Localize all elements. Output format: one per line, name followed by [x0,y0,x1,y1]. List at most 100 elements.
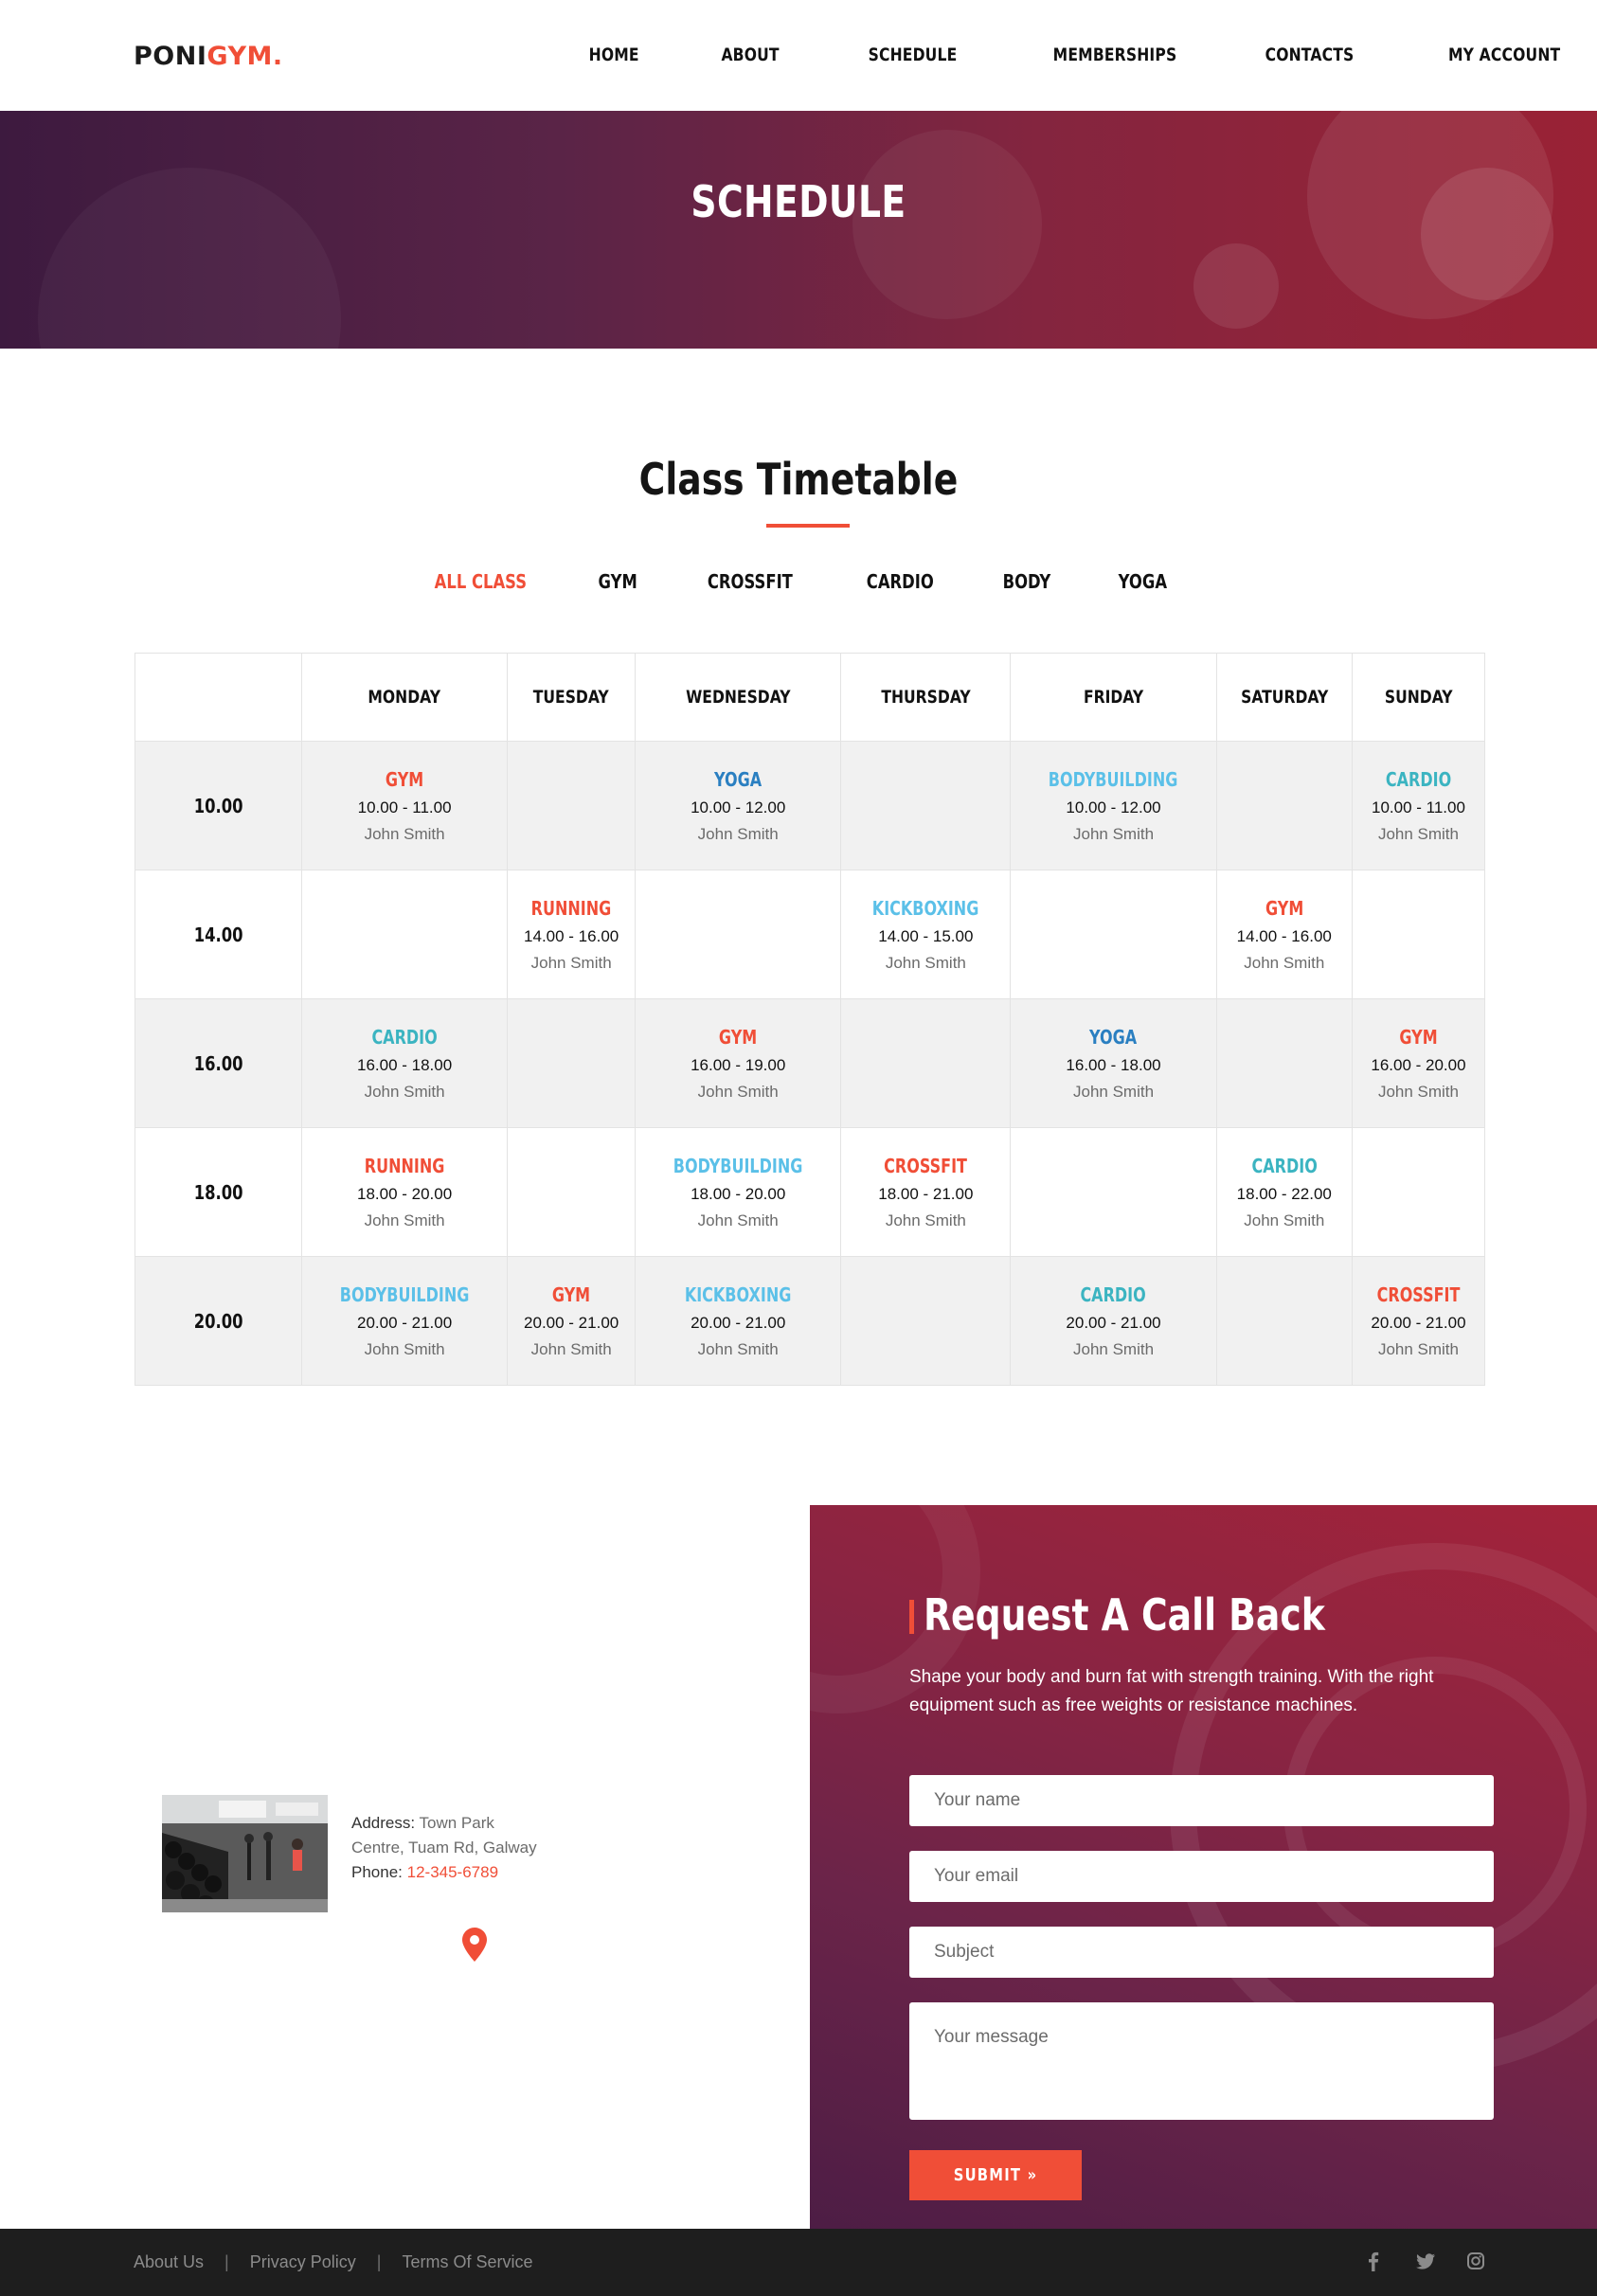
class-time: 10.00 - 12.00 [1066,798,1161,816]
class-time: 16.00 - 20.00 [1371,1055,1466,1074]
class-name: GYM [385,767,424,791]
timetable-row: 18.00 RUNNING 18.00 - 20.00 John Smith BODYB… [135,1127,1486,1257]
main-nav: HOME ABOUT SCHEDULE MEMBERSHIPS CONTACTS… [578,45,1560,65]
site-header: PONIGYM. HOME ABOUT SCHEDULE MEMBERSHIPS… [0,0,1597,111]
class-trainer: John Smith [364,1339,445,1358]
footer-link-privacy[interactable]: Privacy Policy [250,2252,356,2272]
empty-cell [840,998,1012,1128]
footer-separator: | [224,2252,229,2271]
day-header: SATURDAY [1215,653,1353,742]
class-time: 10.00 - 12.00 [691,798,786,816]
nav-my-account[interactable]: MY ACCOUNT [1448,45,1560,65]
subject-field[interactable] [909,1927,1494,1978]
filter-cardio[interactable]: CARDIO [843,570,957,593]
empty-cell [1351,870,1486,999]
class-cell[interactable]: CARDIO 20.00 - 21.00 John Smith [1010,1256,1217,1386]
day-label: MONDAY [368,687,441,708]
submit-button[interactable]: SUBMIT » [909,2150,1082,2200]
time-slot-label: 18.00 [193,1180,243,1204]
banner-bokeh [1193,243,1279,329]
class-cell[interactable]: YOGA 16.00 - 18.00 John Smith [1010,998,1217,1128]
class-time: 14.00 - 15.00 [878,926,974,945]
logo-main-text: PONI [134,42,207,71]
class-name: GYM [551,1283,591,1306]
class-trainer: John Smith [697,1339,779,1358]
nav-home[interactable]: HOME [589,45,639,65]
class-cell[interactable]: RUNNING 18.00 - 20.00 John Smith [300,1127,509,1257]
timetable-row: 14.00 RUNNING 14.00 - 16.00 John Smith KICKB… [135,870,1486,999]
time-slot-cell: 10.00 [135,741,302,870]
class-cell[interactable]: CROSSFIT 18.00 - 21.00 John Smith [840,1127,1012,1257]
class-time: 18.00 - 22.00 [1236,1184,1332,1203]
class-trainer: John Smith [1072,824,1155,843]
empty-cell [840,1256,1012,1386]
class-cell[interactable]: BODYBUILDING 10.00 - 12.00 John Smith [1010,741,1217,870]
filter-yoga[interactable]: YOGA [1095,570,1191,593]
gym-photo-image [162,1795,328,1912]
class-cell[interactable]: CROSSFIT 20.00 - 21.00 John Smith [1351,1256,1486,1386]
gym-photo [162,1795,328,1912]
class-name: CARDIO [371,1025,438,1049]
class-time: 18.00 - 21.00 [878,1184,974,1203]
filter-body[interactable]: BODY [979,570,1074,593]
facebook-icon[interactable] [1364,2250,1383,2272]
class-cell[interactable]: CARDIO 10.00 - 11.00 John Smith [1351,741,1486,870]
map-pin-icon[interactable] [461,1927,488,1963]
class-cell[interactable]: BODYBUILDING 20.00 - 21.00 John Smith [300,1256,509,1386]
class-name: BODYBUILDING [673,1154,803,1177]
class-cell[interactable]: KICKBOXING 20.00 - 21.00 John Smith [635,1256,842,1386]
day-header: FRIDAY [1010,653,1217,742]
empty-cell [507,741,637,870]
class-cell[interactable]: GYM 10.00 - 11.00 John Smith [300,741,509,870]
day-label: SUNDAY [1384,687,1453,708]
social-links [1364,2250,1485,2272]
nav-contacts[interactable]: CONTACTS [1265,45,1355,65]
footer-link-terms[interactable]: Terms Of Service [402,2252,532,2272]
filter-crossfit[interactable]: CROSSFIT [684,570,816,593]
class-name: CARDIO [1385,767,1452,791]
nav-memberships[interactable]: MEMBERSHIPS [1053,45,1177,65]
callback-title: Request A Call Back [924,1589,1325,1641]
class-trainer: John Smith [697,1211,779,1229]
email-field[interactable] [909,1851,1494,1902]
time-slot-cell: 18.00 [135,1127,302,1257]
callback-title-bar [909,1600,914,1634]
class-trainer: John Smith [697,1082,779,1101]
class-name: GYM [1399,1025,1438,1049]
name-field[interactable] [909,1775,1494,1826]
class-cell[interactable]: RUNNING 14.00 - 16.00 John Smith [507,870,637,999]
footer-link-about[interactable]: About Us [134,2252,204,2272]
timetable-body: 10.00 GYM 10.00 - 11.00 John Smith YOGA 10.00… [135,741,1486,1386]
class-name: RUNNING [364,1154,445,1177]
class-time: 16.00 - 19.00 [691,1055,786,1074]
day-label: THURSDAY [881,687,971,708]
class-time: 20.00 - 21.00 [1066,1313,1161,1332]
day-label: TUESDAY [533,687,610,708]
instagram-icon[interactable] [1466,2250,1485,2272]
filter-all-class[interactable]: ALL CLASS [411,570,550,593]
twitter-icon[interactable] [1415,2250,1435,2272]
class-time: 14.00 - 16.00 [1236,926,1332,945]
phone-link[interactable]: 12-345-6789 [407,1863,498,1881]
class-cell[interactable]: BODYBUILDING 18.00 - 20.00 John Smith [635,1127,842,1257]
day-header: MONDAY [300,653,509,742]
site-logo[interactable]: PONIGYM. [134,42,283,71]
class-cell[interactable]: CARDIO 16.00 - 18.00 John Smith [300,998,509,1128]
class-cell[interactable]: GYM 16.00 - 20.00 John Smith [1351,998,1486,1128]
nav-schedule[interactable]: SCHEDULE [868,45,957,65]
contact-details: Address: Town Park Centre, Tuam Rd, Galw… [351,1811,541,1885]
class-name: GYM [1265,896,1303,920]
class-cell[interactable]: KICKBOXING 14.00 - 15.00 John Smith [840,870,1012,999]
submit-label: SUBMIT » [953,2165,1038,2185]
class-time: 16.00 - 18.00 [356,1055,453,1074]
class-name: CROSSFIT [884,1154,968,1177]
timetable-row: 16.00 CARDIO 16.00 - 18.00 John Smith GYM 16.… [135,998,1486,1128]
class-cell[interactable]: GYM 16.00 - 19.00 John Smith [635,998,842,1128]
class-cell[interactable]: YOGA 10.00 - 12.00 John Smith [635,741,842,870]
message-field[interactable] [909,2002,1494,2120]
nav-about[interactable]: ABOUT [721,45,779,65]
class-cell[interactable]: GYM 14.00 - 16.00 John Smith [1215,870,1353,999]
class-cell[interactable]: CARDIO 18.00 - 22.00 John Smith [1215,1127,1353,1257]
class-cell[interactable]: GYM 20.00 - 21.00 John Smith [507,1256,637,1386]
filter-gym[interactable]: GYM [575,570,661,593]
